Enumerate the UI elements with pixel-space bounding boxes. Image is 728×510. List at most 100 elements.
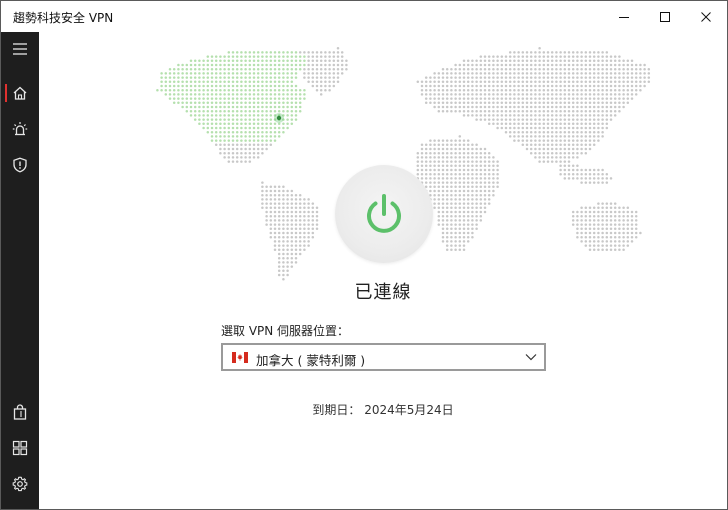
map-dot — [483, 72, 487, 75]
map-dot — [546, 151, 550, 155]
map-dot — [584, 122, 588, 126]
map-dot — [567, 147, 571, 151]
map-dot — [563, 101, 567, 105]
map-dot — [252, 130, 256, 134]
map-dot — [181, 105, 184, 109]
map-dot — [424, 93, 428, 96]
map-dot — [231, 84, 235, 88]
map-dot — [424, 76, 428, 79]
map-dot — [605, 55, 609, 58]
map-dot — [332, 80, 336, 84]
map-dot — [433, 181, 436, 184]
sidebar-item-home[interactable] — [1, 76, 39, 110]
map-dot — [277, 84, 281, 88]
map-dot — [508, 63, 512, 67]
map-dot — [286, 105, 289, 109]
map-dot — [571, 114, 575, 117]
map-dot — [311, 223, 315, 226]
map-dot — [618, 214, 621, 218]
map-dot — [286, 256, 289, 260]
map-dot — [609, 84, 613, 88]
map-dot — [542, 88, 546, 92]
map-dot — [500, 84, 504, 88]
server-location-dropdown[interactable]: 加拿大 ( 蒙特利爾 ) — [221, 343, 546, 371]
map-dot — [185, 97, 189, 100]
map-dot — [315, 223, 319, 226]
connect-toggle-button[interactable] — [335, 165, 433, 263]
map-dot — [639, 67, 642, 71]
map-dot — [445, 206, 449, 210]
map-dot — [303, 231, 306, 235]
map-dot — [571, 51, 575, 54]
map-dot — [597, 231, 600, 235]
minimize-button[interactable] — [601, 1, 647, 32]
map-dot — [294, 67, 298, 71]
map-dot — [496, 181, 499, 184]
map-dot — [534, 80, 537, 84]
map-dot — [567, 63, 571, 67]
map-dot — [601, 59, 604, 63]
map-dot — [429, 101, 432, 105]
map-dot — [269, 206, 273, 210]
map-dot — [273, 219, 277, 222]
map-dot — [286, 227, 289, 231]
map-dot — [269, 227, 273, 231]
close-button[interactable] — [683, 1, 727, 32]
map-dot — [429, 139, 432, 142]
map-dot — [479, 55, 483, 58]
sidebar-item-security[interactable] — [1, 148, 39, 182]
map-dot — [567, 151, 571, 155]
map-dot — [609, 72, 613, 75]
map-dot — [521, 105, 525, 109]
map-dot — [475, 214, 478, 218]
map-dot — [273, 93, 277, 96]
map-dot — [487, 118, 491, 121]
map-dot — [609, 88, 613, 92]
map-dot — [622, 206, 625, 210]
map-dot — [336, 46, 340, 50]
map-dot — [319, 67, 323, 71]
map-dot — [433, 88, 436, 92]
map-dot — [252, 51, 256, 54]
map-dot — [513, 55, 516, 58]
map-dot — [193, 97, 197, 100]
map-dot — [252, 135, 256, 138]
map-dot — [492, 97, 495, 100]
map-dot — [336, 55, 340, 58]
map-dot — [286, 189, 289, 193]
map-dot — [508, 67, 512, 71]
sidebar-item-settings[interactable] — [1, 467, 39, 501]
map-dot — [420, 156, 424, 159]
sidebar-item-apps[interactable] — [1, 431, 39, 465]
map-dot — [584, 118, 588, 121]
sidebar-item-menu[interactable] — [1, 32, 39, 66]
map-dot — [454, 84, 457, 88]
map-dot — [256, 59, 260, 63]
map-dot — [252, 97, 256, 100]
map-dot — [193, 76, 197, 79]
map-dot — [546, 122, 550, 126]
map-dot — [508, 55, 512, 58]
map-dot — [223, 126, 226, 130]
title-bar[interactable]: 趨勢科技安全 VPN — [1, 1, 727, 32]
map-dot — [605, 227, 609, 231]
map-dot — [508, 59, 512, 63]
map-dot — [475, 109, 478, 113]
map-dot — [458, 93, 462, 96]
maximize-button[interactable] — [642, 1, 688, 32]
sidebar-item-store[interactable] — [1, 395, 39, 429]
map-dot — [454, 198, 457, 201]
map-dot — [592, 235, 596, 239]
map-dot — [504, 97, 508, 100]
sidebar-item-alerts[interactable] — [1, 112, 39, 146]
map-dot — [256, 72, 260, 75]
map-dot — [235, 143, 239, 147]
map-dot — [458, 63, 462, 67]
map-dot — [622, 227, 625, 231]
map-dot — [454, 219, 457, 222]
map-dot — [462, 181, 466, 184]
map-dot — [235, 160, 239, 163]
map-dot — [471, 114, 474, 117]
map-dot — [433, 80, 436, 84]
map-dot — [441, 177, 445, 180]
